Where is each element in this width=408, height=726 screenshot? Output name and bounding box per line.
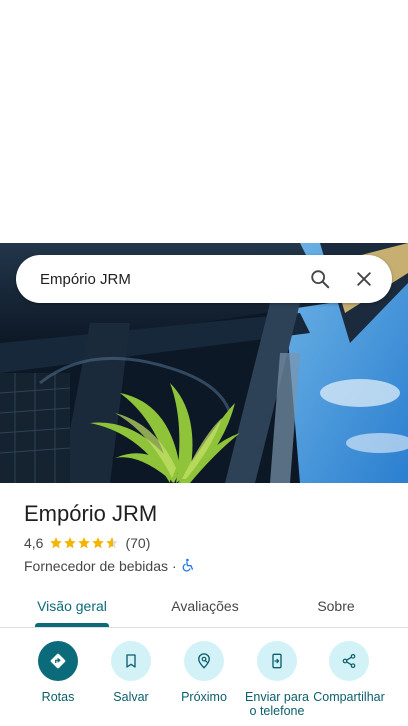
send-to-phone-icon	[257, 641, 297, 681]
rating-value: 4,6	[24, 535, 44, 551]
star-icon	[78, 537, 91, 549]
search-icon[interactable]	[302, 261, 338, 297]
send-to-phone-button[interactable]: Enviar para o telefone	[240, 641, 314, 718]
rating-row[interactable]: 4,6 (70)	[24, 534, 394, 552]
tab-bar: Visão geral Avaliações Sobre	[0, 584, 408, 628]
review-count[interactable]: (70)	[125, 535, 150, 551]
star-icon	[50, 537, 63, 549]
share-icon	[329, 641, 369, 681]
bookmark-icon	[111, 641, 151, 681]
send-to-phone-label: Enviar para o telefone	[245, 690, 309, 718]
star-icon	[92, 537, 105, 549]
separator: ·	[172, 558, 177, 574]
place-category: Fornecedor de bebidas	[24, 558, 168, 574]
save-button[interactable]: Salvar	[94, 641, 168, 704]
save-label: Salvar	[113, 690, 149, 704]
nearby-icon	[184, 641, 224, 681]
place-title: Empório JRM	[24, 501, 158, 526]
active-tab-indicator	[35, 623, 109, 627]
map-area-blank	[0, 0, 408, 243]
rating-stars	[49, 536, 119, 550]
tab-about[interactable]: Sobre	[296, 584, 376, 628]
half-star-icon	[106, 537, 119, 549]
share-button[interactable]: Compartilhar	[312, 641, 386, 704]
share-label: Compartilhar	[313, 690, 385, 704]
wheelchair-icon	[181, 558, 195, 575]
category-row: Fornecedor de bebidas ·	[24, 556, 394, 576]
close-icon[interactable]	[346, 261, 382, 297]
search-input[interactable]: Empório JRM	[40, 271, 294, 288]
search-bar[interactable]: Empório JRM	[16, 255, 392, 303]
action-row: Rotas Salvar Próximo Enviar para o telef…	[0, 641, 408, 726]
directions-button[interactable]: Rotas	[21, 641, 95, 704]
tab-reviews[interactable]: Avaliações	[158, 584, 252, 628]
tab-overview[interactable]: Visão geral	[25, 584, 119, 628]
nearby-label: Próximo	[181, 690, 227, 704]
directions-label: Rotas	[41, 690, 75, 704]
star-icon	[64, 537, 77, 549]
nearby-button[interactable]: Próximo	[167, 641, 241, 704]
directions-icon	[38, 641, 78, 681]
place-info: Empório JRM 4,6 (70) Fornecedor de bebid…	[24, 500, 394, 576]
